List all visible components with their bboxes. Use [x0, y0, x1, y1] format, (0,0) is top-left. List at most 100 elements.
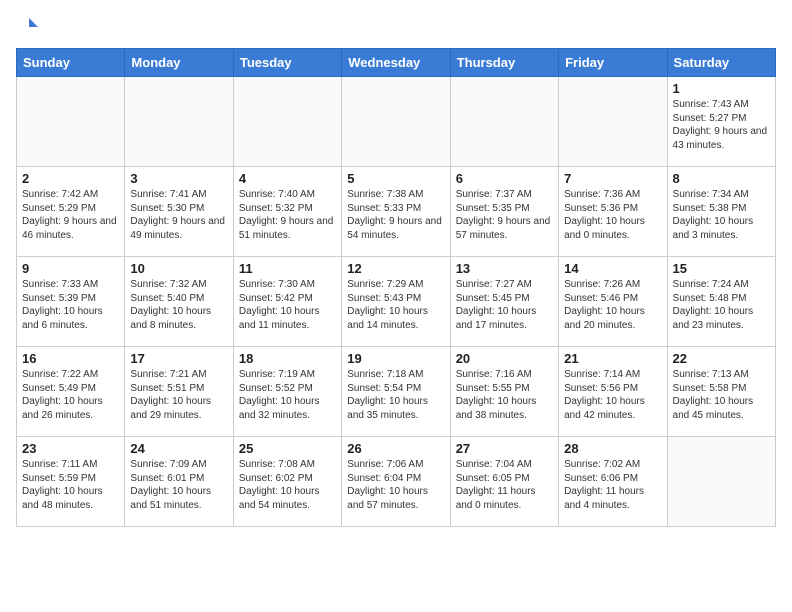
day-cell: 12 Sunrise: 7:29 AM Sunset: 5:43 PM Dayli…	[342, 257, 450, 347]
weekday-header-row: SundayMondayTuesdayWednesdayThursdayFrid…	[17, 49, 776, 77]
logo	[16, 16, 40, 38]
week-row-1: 1 Sunrise: 7:43 AM Sunset: 5:27 PM Daylig…	[17, 77, 776, 167]
day-cell	[450, 77, 558, 167]
day-info: Sunrise: 7:38 AM Sunset: 5:33 PM Dayligh…	[347, 188, 444, 242]
day-number: 21	[564, 351, 661, 366]
day-number: 9	[22, 261, 119, 276]
day-cell	[667, 437, 775, 527]
day-number: 25	[239, 441, 336, 456]
day-number: 17	[130, 351, 227, 366]
day-info: Sunrise: 7:37 AM Sunset: 5:35 PM Dayligh…	[456, 188, 553, 242]
weekday-thursday: Thursday	[450, 49, 558, 77]
day-info: Sunrise: 7:04 AM Sunset: 6:05 PM Dayligh…	[456, 458, 553, 512]
week-row-5: 23 Sunrise: 7:11 AM Sunset: 5:59 PM Dayli…	[17, 437, 776, 527]
weekday-friday: Friday	[559, 49, 667, 77]
day-cell: 11 Sunrise: 7:30 AM Sunset: 5:42 PM Dayli…	[233, 257, 341, 347]
day-cell: 8Sunrise: 7:34 AM Sunset: 5:38 PM Daylig…	[667, 167, 775, 257]
day-number: 18	[239, 351, 336, 366]
day-info: Sunrise: 7:24 AM Sunset: 5:48 PM Dayligh…	[673, 278, 770, 332]
day-cell: 28 Sunrise: 7:02 AM Sunset: 6:06 PM Dayli…	[559, 437, 667, 527]
day-info: Sunrise: 7:06 AM Sunset: 6:04 PM Dayligh…	[347, 458, 444, 512]
day-info: Sunrise: 7:30 AM Sunset: 5:42 PM Dayligh…	[239, 278, 336, 332]
day-info: Sunrise: 7:33 AM Sunset: 5:39 PM Dayligh…	[22, 278, 119, 332]
day-cell: 2 Sunrise: 7:42 AM Sunset: 5:29 PM Daylig…	[17, 167, 125, 257]
weekday-tuesday: Tuesday	[233, 49, 341, 77]
day-info: Sunrise: 7:13 AM Sunset: 5:58 PM Dayligh…	[673, 368, 770, 422]
day-cell: 13 Sunrise: 7:27 AM Sunset: 5:45 PM Dayli…	[450, 257, 558, 347]
day-cell	[342, 77, 450, 167]
day-cell: 21 Sunrise: 7:14 AM Sunset: 5:56 PM Dayli…	[559, 347, 667, 437]
day-info: Sunrise: 7:32 AM Sunset: 5:40 PM Dayligh…	[130, 278, 227, 332]
day-cell: 26 Sunrise: 7:06 AM Sunset: 6:04 PM Dayli…	[342, 437, 450, 527]
day-cell	[125, 77, 233, 167]
week-row-3: 9 Sunrise: 7:33 AM Sunset: 5:39 PM Daylig…	[17, 257, 776, 347]
weekday-sunday: Sunday	[17, 49, 125, 77]
day-number: 23	[22, 441, 119, 456]
day-cell: 4 Sunrise: 7:40 AM Sunset: 5:32 PM Daylig…	[233, 167, 341, 257]
weekday-wednesday: Wednesday	[342, 49, 450, 77]
day-number: 4	[239, 171, 336, 186]
day-cell: 1 Sunrise: 7:43 AM Sunset: 5:27 PM Daylig…	[667, 77, 775, 167]
day-cell: 25 Sunrise: 7:08 AM Sunset: 6:02 PM Dayli…	[233, 437, 341, 527]
day-number: 12	[347, 261, 444, 276]
day-info: Sunrise: 7:16 AM Sunset: 5:55 PM Dayligh…	[456, 368, 553, 422]
day-number: 19	[347, 351, 444, 366]
week-row-2: 2 Sunrise: 7:42 AM Sunset: 5:29 PM Daylig…	[17, 167, 776, 257]
day-info: Sunrise: 7:11 AM Sunset: 5:59 PM Dayligh…	[22, 458, 119, 512]
day-cell: 18 Sunrise: 7:19 AM Sunset: 5:52 PM Dayli…	[233, 347, 341, 437]
logo-general	[16, 16, 40, 38]
day-number: 2	[22, 171, 119, 186]
day-number: 5	[347, 171, 444, 186]
day-info: Sunrise: 7:21 AM Sunset: 5:51 PM Dayligh…	[130, 368, 227, 422]
page: SundayMondayTuesdayWednesdayThursdayFrid…	[0, 0, 792, 543]
day-number: 28	[564, 441, 661, 456]
day-cell: 9 Sunrise: 7:33 AM Sunset: 5:39 PM Daylig…	[17, 257, 125, 347]
day-number: 11	[239, 261, 336, 276]
day-cell: 10 Sunrise: 7:32 AM Sunset: 5:40 PM Dayli…	[125, 257, 233, 347]
day-number: 8	[673, 171, 770, 186]
header	[16, 16, 776, 38]
day-number: 27	[456, 441, 553, 456]
day-cell	[233, 77, 341, 167]
day-cell	[17, 77, 125, 167]
day-cell: 14 Sunrise: 7:26 AM Sunset: 5:46 PM Dayli…	[559, 257, 667, 347]
day-number: 20	[456, 351, 553, 366]
day-info: Sunrise: 7:43 AM Sunset: 5:27 PM Dayligh…	[673, 98, 770, 152]
day-cell: 24 Sunrise: 7:09 AM Sunset: 6:01 PM Dayli…	[125, 437, 233, 527]
day-cell: 3Sunrise: 7:41 AM Sunset: 5:30 PM Daylig…	[125, 167, 233, 257]
day-number: 13	[456, 261, 553, 276]
day-info: Sunrise: 7:26 AM Sunset: 5:46 PM Dayligh…	[564, 278, 661, 332]
day-cell: 19 Sunrise: 7:18 AM Sunset: 5:54 PM Dayli…	[342, 347, 450, 437]
day-cell: 17 Sunrise: 7:21 AM Sunset: 5:51 PM Dayli…	[125, 347, 233, 437]
day-number: 7	[564, 171, 661, 186]
day-info: Sunrise: 7:42 AM Sunset: 5:29 PM Dayligh…	[22, 188, 119, 242]
day-cell	[559, 77, 667, 167]
day-number: 1	[673, 81, 770, 96]
weekday-saturday: Saturday	[667, 49, 775, 77]
calendar: SundayMondayTuesdayWednesdayThursdayFrid…	[16, 48, 776, 527]
week-row-4: 16Sunrise: 7:22 AM Sunset: 5:49 PM Dayli…	[17, 347, 776, 437]
day-info: Sunrise: 7:02 AM Sunset: 6:06 PM Dayligh…	[564, 458, 661, 512]
day-number: 22	[673, 351, 770, 366]
weekday-monday: Monday	[125, 49, 233, 77]
day-info: Sunrise: 7:41 AM Sunset: 5:30 PM Dayligh…	[130, 188, 227, 242]
day-info: Sunrise: 7:29 AM Sunset: 5:43 PM Dayligh…	[347, 278, 444, 332]
day-info: Sunrise: 7:27 AM Sunset: 5:45 PM Dayligh…	[456, 278, 553, 332]
day-info: Sunrise: 7:08 AM Sunset: 6:02 PM Dayligh…	[239, 458, 336, 512]
day-info: Sunrise: 7:09 AM Sunset: 6:01 PM Dayligh…	[130, 458, 227, 512]
day-info: Sunrise: 7:36 AM Sunset: 5:36 PM Dayligh…	[564, 188, 661, 242]
day-number: 16	[22, 351, 119, 366]
day-number: 14	[564, 261, 661, 276]
day-number: 15	[673, 261, 770, 276]
day-info: Sunrise: 7:18 AM Sunset: 5:54 PM Dayligh…	[347, 368, 444, 422]
day-number: 26	[347, 441, 444, 456]
day-cell: 22 Sunrise: 7:13 AM Sunset: 5:58 PM Dayli…	[667, 347, 775, 437]
day-info: Sunrise: 7:14 AM Sunset: 5:56 PM Dayligh…	[564, 368, 661, 422]
day-number: 10	[130, 261, 227, 276]
day-info: Sunrise: 7:19 AM Sunset: 5:52 PM Dayligh…	[239, 368, 336, 422]
day-cell: 20 Sunrise: 7:16 AM Sunset: 5:55 PM Dayli…	[450, 347, 558, 437]
day-number: 24	[130, 441, 227, 456]
day-info: Sunrise: 7:40 AM Sunset: 5:32 PM Dayligh…	[239, 188, 336, 242]
day-cell: 7 Sunrise: 7:36 AM Sunset: 5:36 PM Daylig…	[559, 167, 667, 257]
day-cell: 6Sunrise: 7:37 AM Sunset: 5:35 PM Daylig…	[450, 167, 558, 257]
